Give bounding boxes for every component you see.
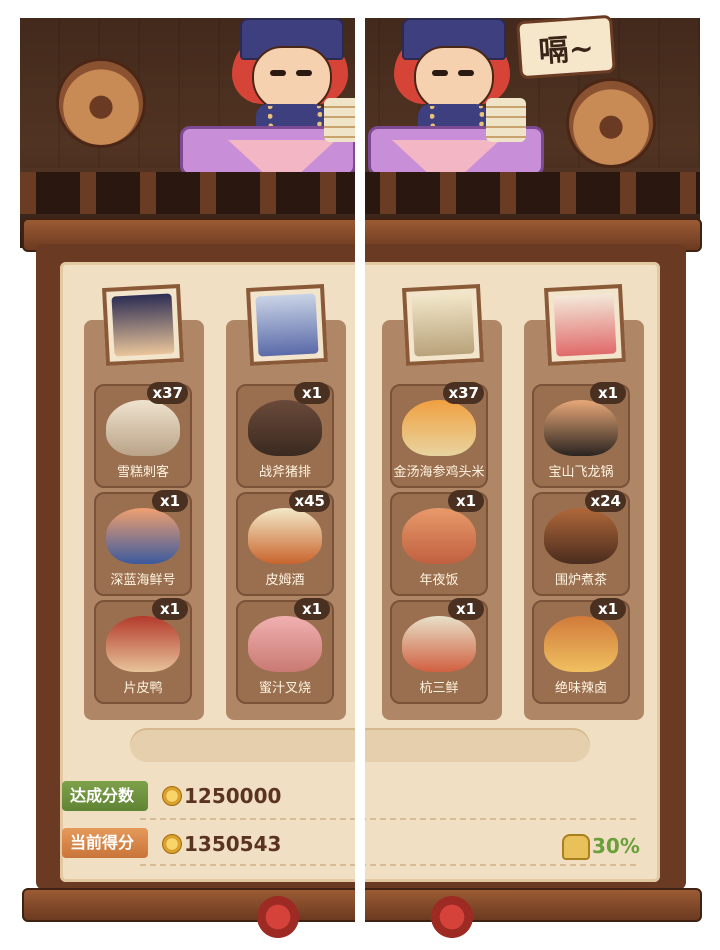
fan-decoration-icon — [56, 58, 146, 148]
dish-quantity: x24 — [585, 490, 626, 512]
dish-name: 雪糕刺客 — [116, 465, 169, 480]
dish-image — [248, 400, 322, 456]
dish-image — [106, 400, 180, 456]
dish-card[interactable]: x37 雪糕刺客 — [94, 382, 192, 488]
character-avatar[interactable] — [544, 284, 626, 366]
dish-image — [248, 616, 322, 672]
dish-quantity: x37 — [443, 382, 484, 404]
dish-card[interactable]: x1 深蓝海鲜号 — [94, 490, 192, 596]
dish-quantity: x1 — [448, 490, 484, 512]
dish-image — [544, 508, 618, 564]
dish-image — [248, 508, 322, 564]
dish-name: 宝山飞龙锅 — [548, 465, 614, 480]
dish-name: 杭三鲜 — [419, 681, 459, 696]
dish-image — [106, 508, 180, 564]
current-score-value: 1350543 — [184, 832, 282, 856]
dish-image — [402, 400, 476, 456]
fan-decoration-icon — [566, 78, 656, 168]
target-score-value: 1250000 — [184, 784, 282, 808]
dish-image — [544, 400, 618, 456]
dish-quantity: x1 — [294, 598, 330, 620]
panel-divider — [355, 0, 365, 950]
dish-name: 绝味辣卤 — [554, 681, 607, 696]
current-score-label: 当前得分 — [62, 828, 149, 858]
dish-card[interactable]: x1 宝山飞龙锅 — [532, 382, 630, 488]
coin-icon — [162, 786, 182, 806]
dashed-divider — [140, 818, 636, 820]
dish-name: 蜜汁叉烧 — [258, 681, 311, 696]
dish-name: 片皮鸭 — [123, 681, 163, 696]
dish-name: 围炉煮茶 — [554, 573, 607, 588]
coin-icon — [162, 834, 182, 854]
dish-card[interactable]: x1 杭三鲜 — [390, 598, 488, 704]
dish-quantity: x1 — [152, 490, 188, 512]
dish-image — [106, 616, 180, 672]
bonus-percent: 30% — [592, 834, 640, 858]
bowl-stack-icon — [486, 98, 526, 142]
character-avatar[interactable] — [102, 284, 184, 366]
dish-card[interactable]: x24 围炉煮茶 — [532, 490, 630, 596]
dish-name: 战斧猪排 — [258, 465, 311, 480]
dish-name: 金汤海参鸡头米 — [393, 465, 485, 480]
dish-quantity: x1 — [590, 598, 626, 620]
dish-card[interactable]: x37 金汤海参鸡头米 — [390, 382, 488, 488]
dashed-divider — [140, 864, 636, 866]
character-avatar[interactable] — [402, 284, 484, 366]
dish-image — [544, 616, 618, 672]
dish-card[interactable]: x1 战斧猪排 — [236, 382, 334, 488]
dish-quantity: x1 — [590, 382, 626, 404]
dish-quantity: x1 — [448, 598, 484, 620]
dish-image — [402, 616, 476, 672]
dish-quantity: x1 — [152, 598, 188, 620]
dish-card[interactable]: x1 绝味辣卤 — [532, 598, 630, 704]
dish-card[interactable]: x45 皮姆酒 — [236, 490, 334, 596]
dish-card[interactable]: x1 片皮鸭 — [94, 598, 192, 704]
dish-quantity: x45 — [289, 490, 330, 512]
target-score-label: 达成分数 — [62, 781, 149, 811]
dish-image — [402, 508, 476, 564]
character-avatar[interactable] — [246, 284, 328, 366]
dish-quantity: x1 — [294, 382, 330, 404]
speech-bubble: 嗝~ — [516, 14, 616, 80]
dish-card[interactable]: x1 年夜饭 — [390, 490, 488, 596]
bonus-icon — [562, 834, 590, 860]
dish-name: 深蓝海鲜号 — [110, 573, 176, 588]
chinese-knot-icon — [428, 892, 476, 942]
dish-quantity: x37 — [147, 382, 188, 404]
dish-card[interactable]: x1 蜜汁叉烧 — [236, 598, 334, 704]
game-screen: 嗝~ x37 雪糕刺客 x1 战斧猪排 x1 深蓝海鲜号 x45 皮姆酒 x1 … — [0, 0, 720, 950]
dish-name: 皮姆酒 — [265, 573, 305, 588]
chinese-knot-icon — [254, 892, 302, 942]
dish-name: 年夜饭 — [419, 573, 459, 588]
